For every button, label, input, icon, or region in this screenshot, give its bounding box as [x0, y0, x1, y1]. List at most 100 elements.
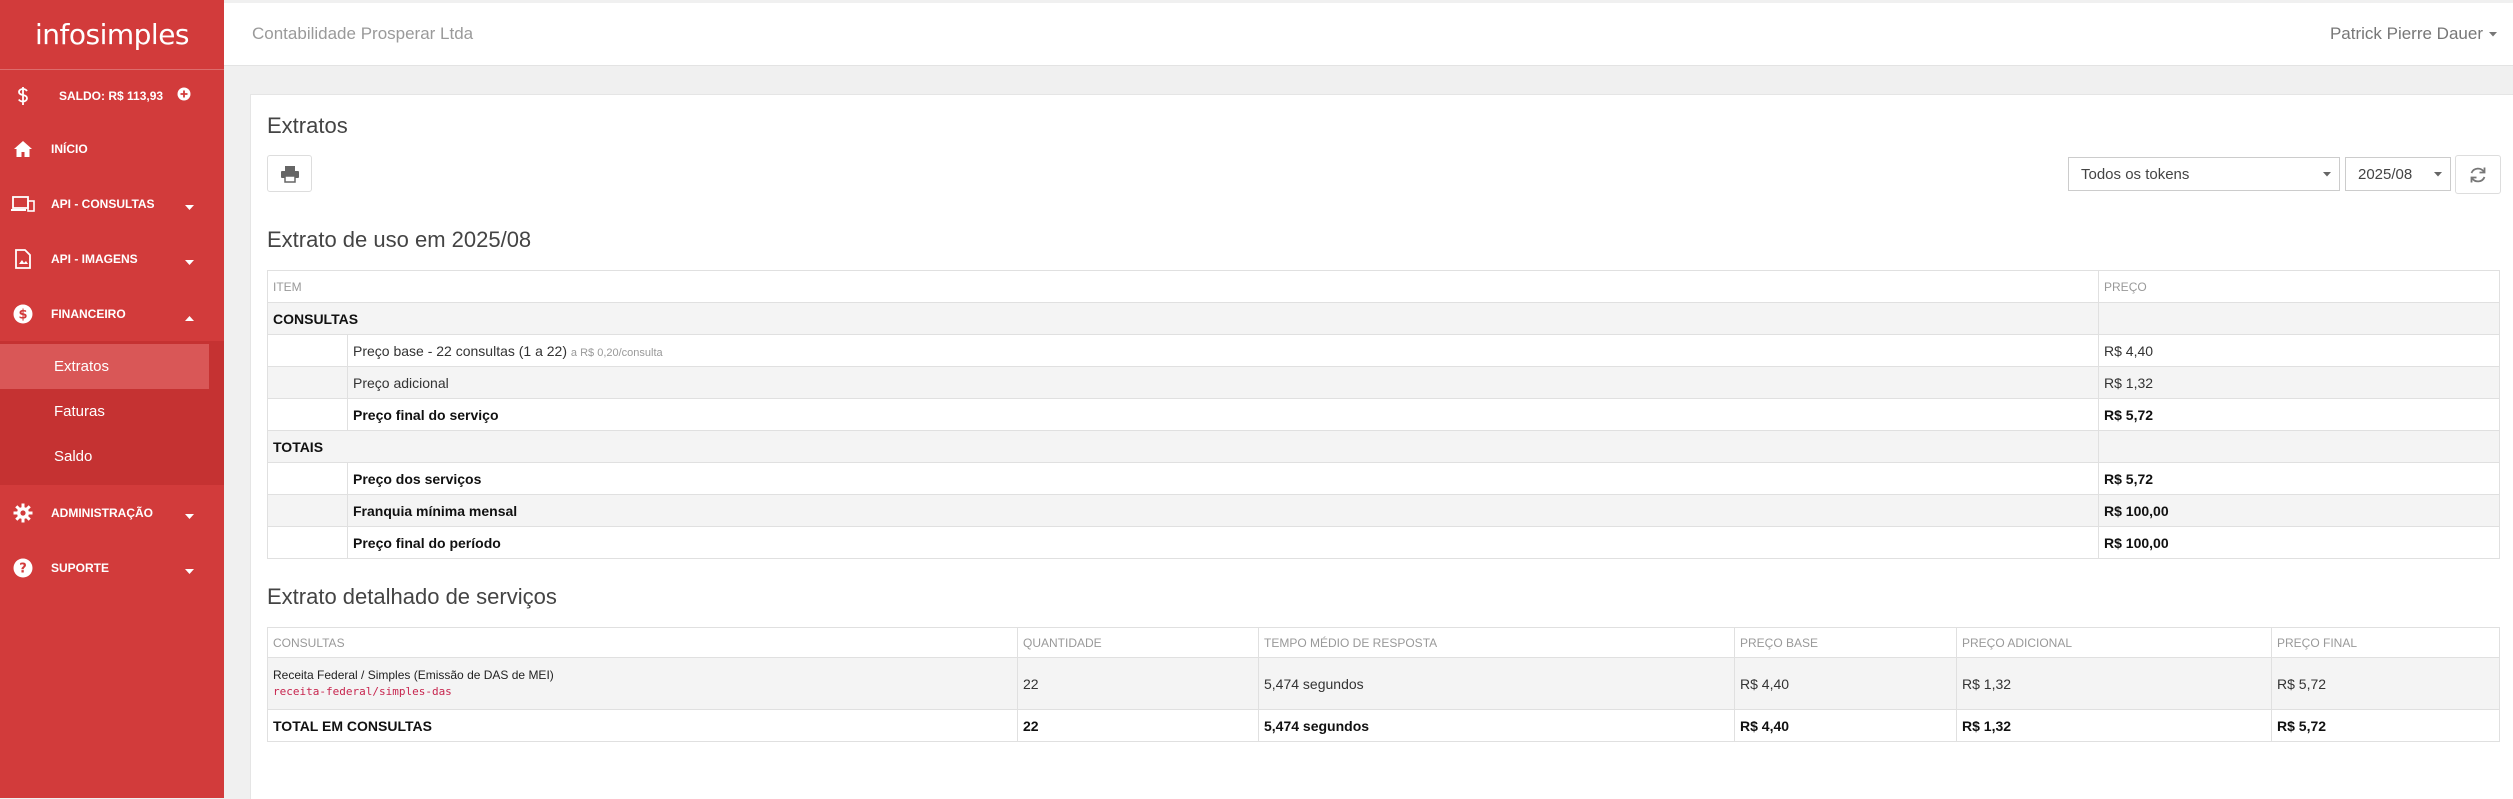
col-header-consultas: CONSULTAS [267, 627, 1018, 658]
row-price: R$ 1,32 [2098, 366, 2501, 399]
col-header-item: ITEM [266, 270, 2100, 303]
table-header-row: CONSULTAS QUANTIDADE TEMPO MÉDIO DE RESP… [267, 627, 2500, 658]
cell-preco-adicional: R$ 1,32 [1956, 657, 2272, 710]
token-select[interactable]: Todos os tokens [2068, 157, 2340, 191]
table-row: Preço base - 22 consultas (1 a 22) a R$ … [267, 334, 2501, 367]
refresh-icon [2470, 167, 2486, 182]
row-label: Preço final do serviço [346, 398, 2100, 431]
total-row: TOTAL EM CONSULTAS 22 5,474 segundos R$ … [267, 709, 2500, 742]
caret-down-icon [2434, 172, 2442, 177]
page-title: Extratos [267, 113, 348, 138]
svg-text:?: ? [19, 561, 27, 576]
table-row: Preço dos serviços R$ 5,72 [267, 462, 2501, 495]
image-doc-icon [11, 247, 35, 271]
token-select-value: Todos os tokens [2081, 165, 2190, 183]
sidebar-item-api-consultas[interactable]: API - CONSULTAS [0, 176, 224, 231]
table-row: Preço final do serviço R$ 5,72 [267, 398, 2501, 431]
row-label: Preço final do período [346, 526, 2100, 559]
row-label: Preço dos serviços [346, 462, 2100, 495]
print-icon [280, 165, 299, 183]
col-header-price: PREÇO [2098, 270, 2501, 303]
sidebar-item-inicio[interactable]: INÍCIO [0, 121, 224, 176]
usage-title: Extrato de uso em 2025/08 [267, 227, 532, 252]
caret-down-icon [2323, 172, 2331, 177]
help-icon: ? [11, 556, 35, 580]
cell-preco-adicional: R$ 1,32 [1956, 709, 2272, 742]
sidebar-item-label: SUPORTE [51, 560, 110, 575]
col-header-tempo: TEMPO MÉDIO DE RESPOSTA [1258, 627, 1735, 658]
sidebar-item-api-imagens[interactable]: API - IMAGENS [0, 231, 224, 286]
service-code: receita-federal/simples-das [273, 684, 452, 698]
sidebar-item-financeiro[interactable]: $ FINANCEIRO [0, 286, 224, 341]
logo-text: infosimples [34, 18, 190, 51]
period-select-value: 2025/08 [2358, 165, 2413, 183]
cell-tempo: 5,474 segundos [1258, 709, 1735, 742]
cell-preco-base: R$ 4,40 [1734, 657, 1957, 710]
cell-preco-base: R$ 4,40 [1734, 709, 1957, 742]
sidebar-item-label: ADMINISTRAÇÃO [51, 505, 153, 520]
row-price: R$ 100,00 [2098, 526, 2501, 559]
table-row: Receita Federal / Simples (Emissão de DA… [267, 657, 2500, 710]
sidebar-item-label: FINANCEIRO [51, 306, 126, 321]
balance-item[interactable]: SALDO: R$ 113,93 [0, 70, 224, 121]
chevron-up-icon [185, 310, 194, 324]
row-price: R$ 4,40 [2098, 334, 2501, 367]
user-menu[interactable]: Patrick Pierre Dauer [2330, 24, 2497, 44]
col-header-quantidade: QUANTIDADE [1017, 627, 1259, 658]
row-price: R$ 100,00 [2098, 494, 2501, 527]
table-header-row: ITEM PREÇO [266, 270, 2501, 303]
sidebar-item-faturas[interactable]: Faturas [0, 389, 224, 434]
table-row: Franquia mínima mensal R$ 100,00 [267, 494, 2501, 527]
sidebar-item-extratos[interactable]: Extratos [0, 344, 209, 389]
cell-tempo: 5,474 segundos [1258, 657, 1735, 710]
chevron-down-icon [185, 200, 194, 214]
chevron-down-icon [185, 509, 194, 523]
section-label: TOTAIS [266, 430, 2100, 463]
sidebar: infosimples SALDO: R$ 113,93 INÍCIO API … [0, 0, 224, 798]
col-header-preco-adicional: PREÇO ADICIONAL [1956, 627, 2272, 658]
detail-table: CONSULTAS QUANTIDADE TEMPO MÉDIO DE RESP… [267, 627, 2500, 742]
refresh-button[interactable] [2455, 155, 2501, 194]
chevron-down-icon [185, 564, 194, 578]
row-label: Preço base - 22 consultas (1 a 22) [353, 342, 568, 359]
table-row: Preço adicional R$ 1,32 [267, 366, 2501, 399]
period-select[interactable]: 2025/08 [2345, 157, 2451, 191]
row-price: R$ 5,72 [2098, 398, 2501, 431]
cell-quantidade: 22 [1017, 709, 1259, 742]
chevron-down-icon [185, 255, 194, 269]
sidebar-item-label: API - IMAGENS [51, 251, 138, 266]
usage-table: ITEM PREÇO CONSULTAS Preço base - 22 con… [266, 270, 2501, 559]
sidebar-item-suporte[interactable]: ? SUPORTE [0, 540, 224, 595]
sidebar-item-administracao[interactable]: ADMINISTRAÇÃO [0, 485, 224, 540]
financeiro-submenu: Extratos Faturas Saldo [0, 341, 224, 485]
service-name: Receita Federal / Simples (Emissão de DA… [273, 667, 554, 682]
table-row: Preço final do período R$ 100,00 [267, 526, 2501, 559]
dollar-circle-icon: $ [11, 302, 35, 326]
home-icon [11, 137, 35, 161]
col-header-preco-final: PREÇO FINAL [2271, 627, 2500, 658]
cell-preco-final: R$ 5,72 [2271, 709, 2500, 742]
svg-text:$: $ [18, 307, 27, 322]
row-label: Preço adicional [346, 366, 2100, 399]
main-panel: Extratos Todos os tokens 2025/08 Extrato… [250, 94, 2513, 799]
balance-label: SALDO: R$ 113,93 [59, 88, 164, 103]
row-price: R$ 5,72 [2098, 462, 2501, 495]
sidebar-item-saldo[interactable]: Saldo [0, 434, 224, 479]
row-note: a R$ 0,20/consulta [570, 346, 663, 359]
sidebar-item-label: API - CONSULTAS [51, 196, 155, 211]
dollar-icon [11, 84, 35, 108]
total-label: TOTAL EM CONSULTAS [267, 709, 1018, 742]
cell-quantidade: 22 [1017, 657, 1259, 710]
topbar: Contabilidade Prosperar Ltda Patrick Pie… [224, 3, 2513, 66]
section-row: TOTAIS [266, 430, 2501, 463]
row-label: Franquia mínima mensal [346, 494, 2100, 527]
print-button[interactable] [267, 155, 312, 192]
add-balance-icon[interactable] [177, 87, 191, 104]
detail-title: Extrato detalhado de serviços [267, 584, 557, 609]
section-row: CONSULTAS [266, 302, 2501, 335]
logo[interactable]: infosimples [0, 0, 224, 70]
caret-down-icon [2489, 31, 2497, 36]
col-header-preco-base: PREÇO BASE [1734, 627, 1957, 658]
cell-preco-final: R$ 5,72 [2271, 657, 2500, 710]
user-name: Patrick Pierre Dauer [2329, 24, 2483, 43]
